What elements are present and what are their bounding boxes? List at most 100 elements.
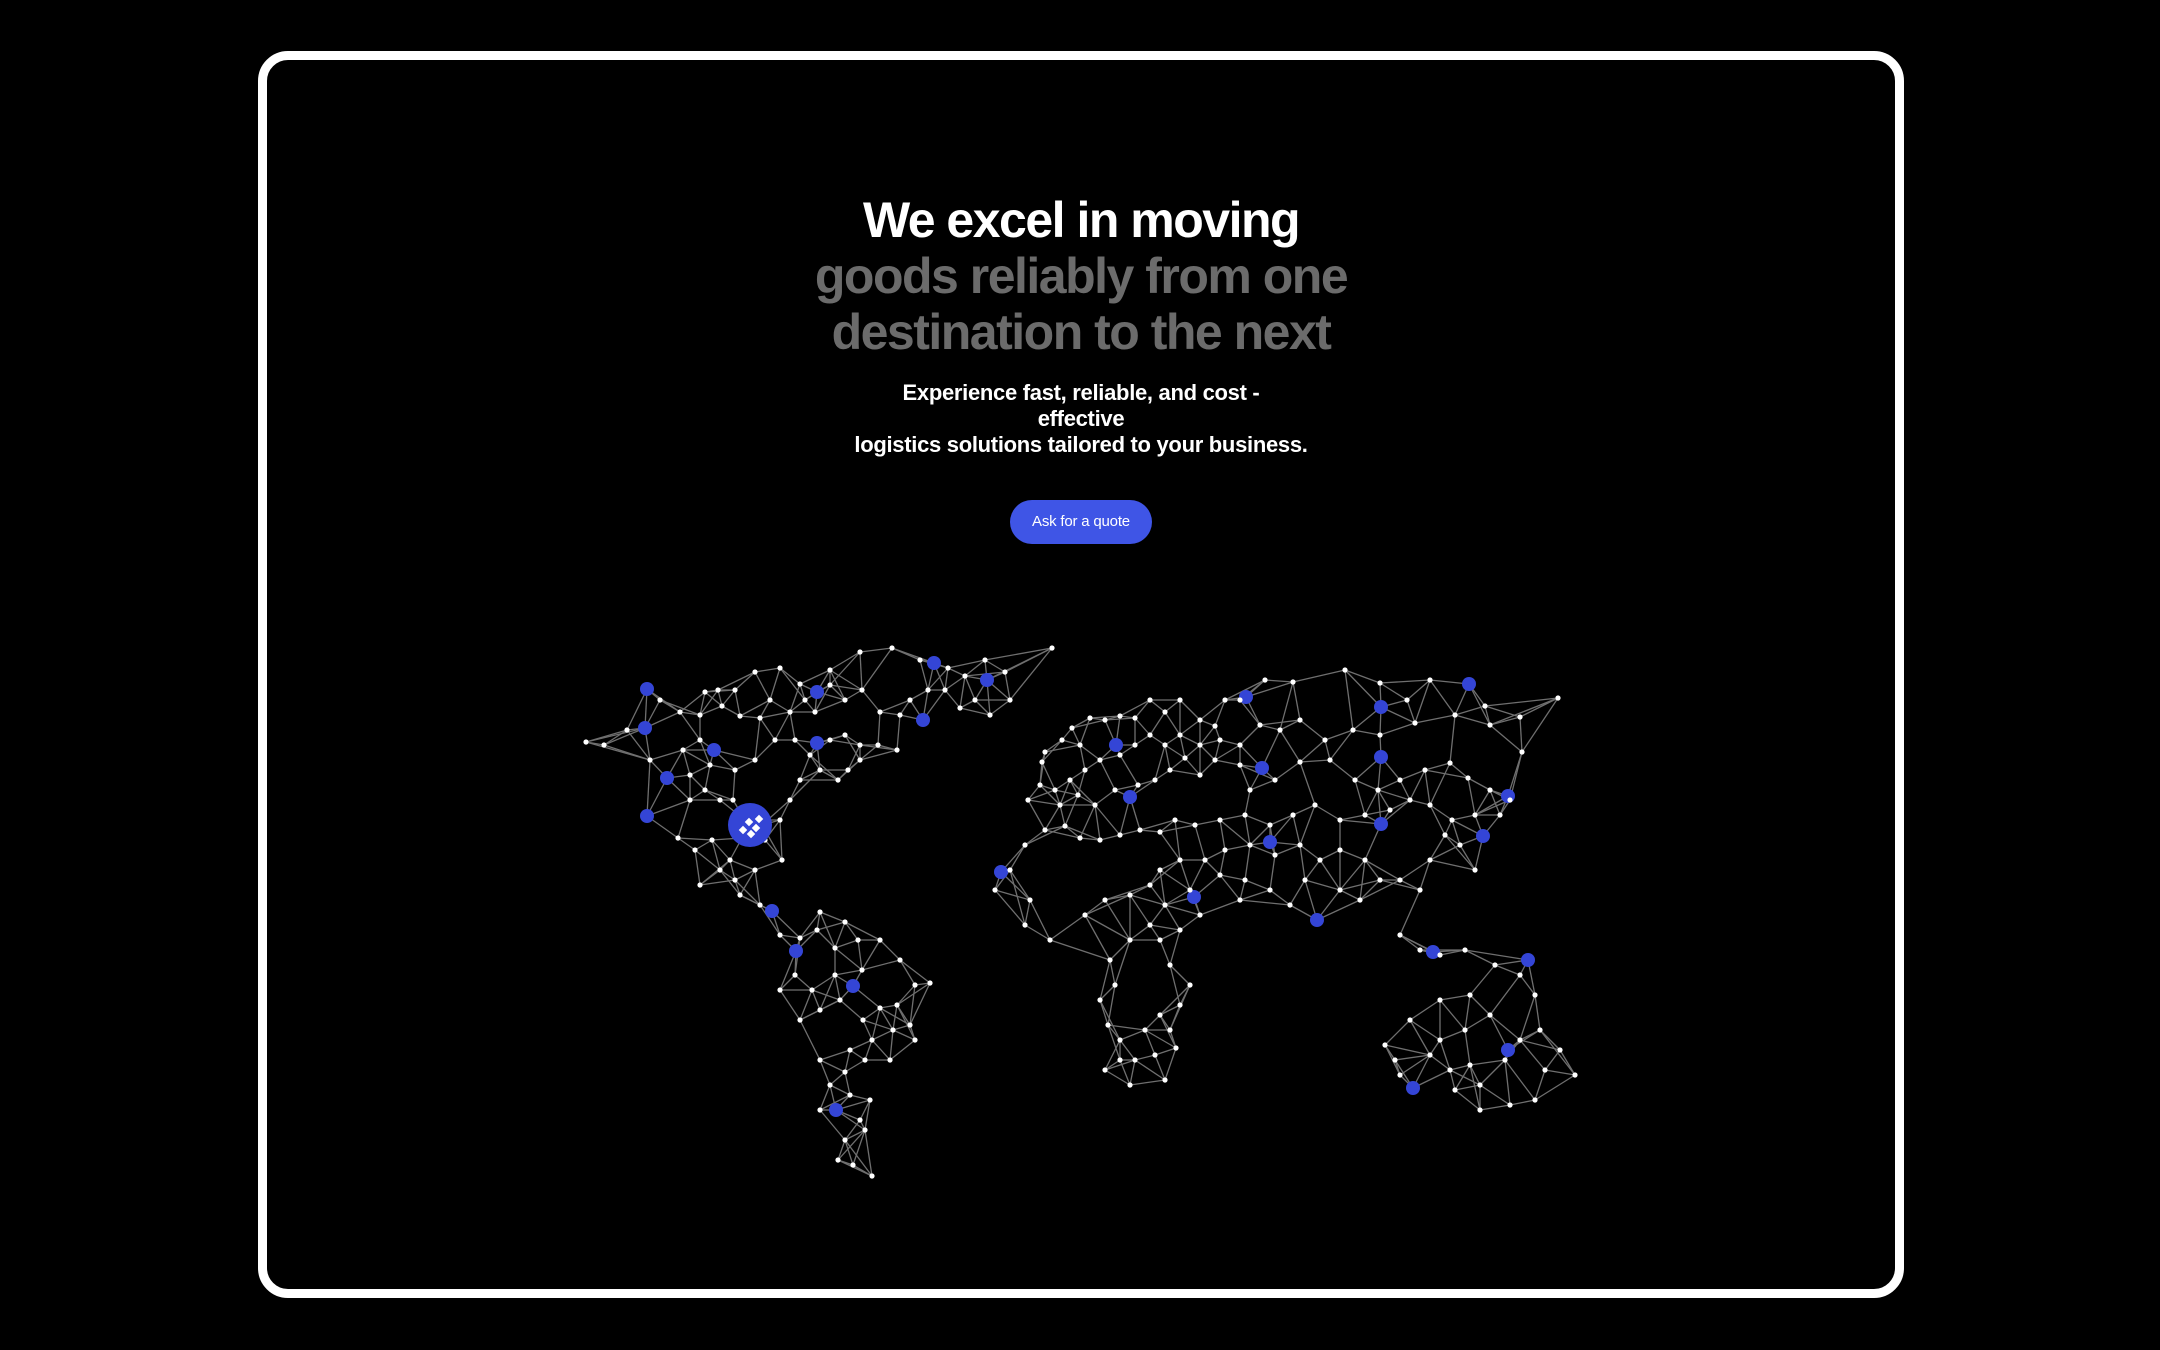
network-node-icon — [1147, 882, 1153, 888]
network-node-icon — [1172, 817, 1178, 823]
network-link — [1316, 899, 1361, 921]
network-node-icon — [717, 797, 723, 803]
network-link — [839, 999, 864, 1021]
location-hub-icon — [707, 743, 721, 757]
network-node-icon — [912, 1037, 918, 1043]
network-node-icon — [680, 747, 686, 753]
network-node-icon — [1217, 872, 1223, 878]
hero-headline: We excel in moving goods reliably from o… — [267, 192, 1895, 360]
network-node-icon — [1147, 697, 1153, 703]
network-link — [1314, 804, 1341, 821]
network-node-icon — [875, 742, 881, 748]
network-link — [779, 989, 801, 1021]
network-link — [1104, 884, 1151, 901]
network-node-icon — [1427, 857, 1433, 863]
network-node-icon — [1477, 1107, 1483, 1113]
location-hub-icon — [1109, 738, 1123, 752]
network-link — [837, 1129, 866, 1161]
network-node-icon — [730, 797, 736, 803]
network-link — [1454, 705, 1486, 716]
network-link — [1469, 964, 1496, 996]
network-link — [1259, 724, 1281, 731]
network-link — [717, 671, 756, 691]
network-link — [1509, 1099, 1536, 1106]
location-hub-icon — [1310, 913, 1324, 927]
network-link — [1119, 699, 1151, 717]
network-node-icon — [877, 1005, 883, 1011]
location-hub-icon — [1374, 700, 1388, 714]
headline-line-2: goods reliably from one — [814, 248, 1349, 304]
network-node-icon — [757, 902, 763, 908]
network-node-icon — [1132, 1057, 1138, 1063]
network-node-icon — [1082, 912, 1088, 918]
network-node-icon — [624, 727, 630, 733]
network-link — [1419, 859, 1431, 891]
network-node-icon — [1197, 772, 1203, 778]
headline-line-1: We excel in moving — [862, 192, 1301, 248]
network-node-icon — [1377, 680, 1383, 686]
network-node-icon — [847, 1092, 853, 1098]
network-node-icon — [792, 972, 798, 978]
network-link — [1467, 777, 1491, 791]
network-link — [1164, 711, 1181, 736]
network-node-icon — [1237, 897, 1243, 903]
network-link — [1069, 779, 1096, 806]
network-link — [1219, 849, 1226, 876]
network-link — [1129, 924, 1151, 941]
network-node-icon — [1537, 1027, 1543, 1033]
network-node-icon — [1397, 877, 1403, 883]
network-link — [1299, 719, 1326, 741]
network-link — [959, 675, 966, 709]
network-node-icon — [855, 937, 861, 943]
network-link — [896, 714, 901, 751]
network-link — [1454, 714, 1491, 726]
network-node-icon — [797, 935, 803, 941]
network-node-icon — [945, 665, 951, 671]
network-link — [704, 764, 711, 791]
network-node-icon — [862, 1057, 868, 1063]
network-node-icon — [1237, 762, 1243, 768]
network-link — [1204, 849, 1226, 861]
network-node-icon — [1157, 867, 1163, 873]
network-link — [834, 921, 846, 949]
network-node-icon — [889, 645, 895, 651]
ask-for-quote-button[interactable]: Ask for a quote — [1010, 500, 1152, 544]
network-link — [1479, 1084, 1511, 1106]
network-link — [1479, 1059, 1506, 1086]
network-link — [1319, 849, 1341, 861]
network-link — [754, 667, 781, 673]
network-link — [1164, 699, 1181, 713]
network-link — [1424, 769, 1431, 806]
network-link — [1219, 819, 1226, 851]
network-node-icon — [1517, 1037, 1523, 1043]
network-node-icon — [1157, 937, 1163, 943]
network-link — [1134, 1054, 1156, 1061]
network-node-icon — [1097, 837, 1103, 843]
hero-card: We excel in moving goods reliably from o… — [258, 51, 1904, 1298]
network-node-icon — [877, 709, 883, 715]
network-link — [1399, 889, 1421, 936]
network-node-icon — [835, 777, 841, 783]
network-node-icon — [1059, 737, 1065, 743]
network-link — [759, 717, 776, 741]
network-node-icon — [925, 687, 931, 693]
network-link — [989, 699, 1011, 716]
network-link — [799, 1019, 821, 1061]
network-link — [1352, 729, 1381, 736]
network-link — [677, 837, 713, 841]
network-node-icon — [1197, 717, 1203, 723]
network-link — [1439, 1029, 1466, 1041]
network-node-icon — [832, 972, 838, 978]
network-node-icon — [869, 1173, 875, 1179]
network-node-icon — [827, 737, 833, 743]
network-node-icon — [717, 867, 723, 873]
network-link — [1399, 934, 1421, 951]
network-link — [1339, 889, 1361, 901]
network-node-icon — [1427, 677, 1433, 683]
network-link — [689, 774, 706, 791]
network-link — [1064, 794, 1079, 827]
location-hub-icon — [638, 721, 652, 735]
network-node-icon — [802, 697, 808, 703]
network-link — [734, 759, 756, 771]
network-link — [1479, 1104, 1511, 1111]
